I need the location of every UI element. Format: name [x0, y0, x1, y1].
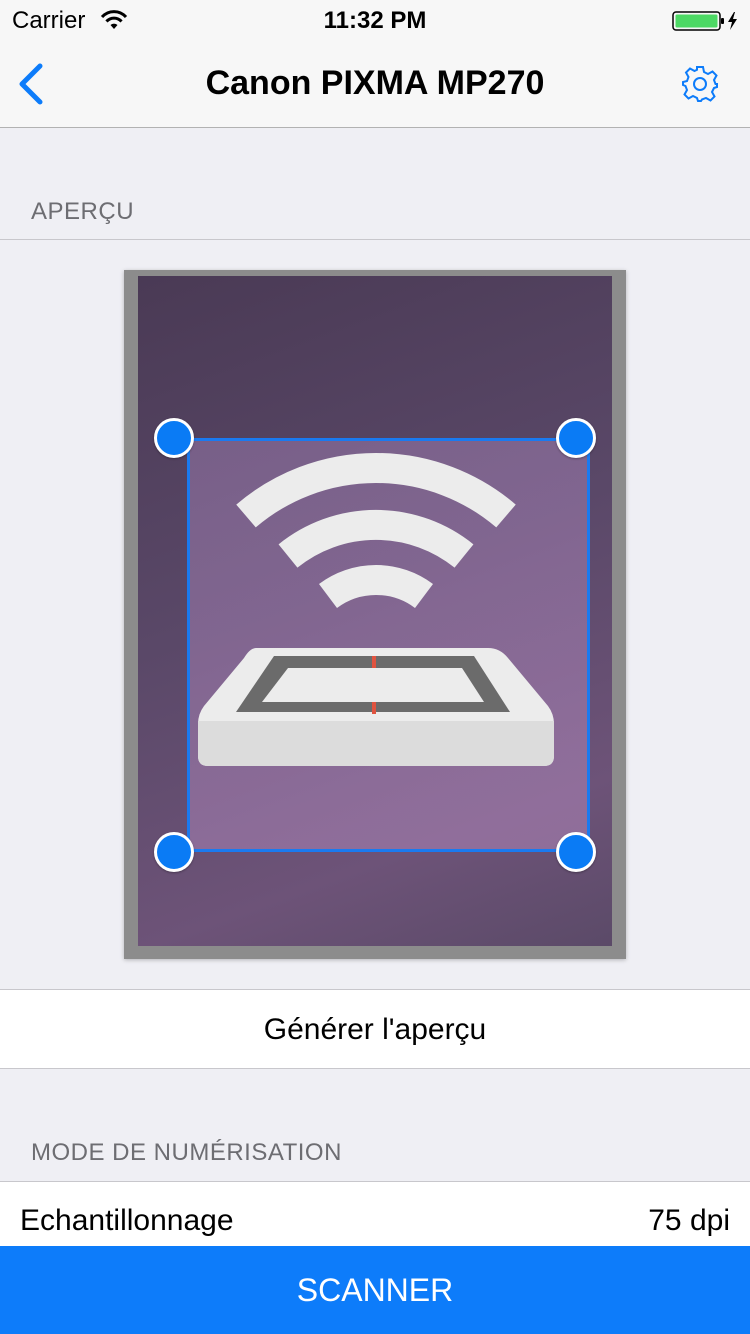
gear-icon[interactable]	[680, 64, 720, 104]
crop-handle-bottom-left[interactable]	[154, 832, 194, 872]
battery-icon	[672, 11, 737, 31]
scan-mode-section-header: MODE DE NUMÉRISATION	[31, 1139, 342, 1166]
scanner-wifi-illustration	[198, 453, 554, 766]
crop-handle-bottom-right[interactable]	[556, 832, 596, 872]
page-title: Canon PIXMA MP270	[205, 64, 545, 102]
resolution-value: 75 dpi	[648, 1204, 730, 1237]
preview-section-header: APERÇU	[31, 198, 135, 225]
resolution-label: Echantillonnage	[20, 1204, 234, 1237]
preview-area	[0, 239, 750, 989]
status-bar: Carrier 11:32 PM	[0, 0, 750, 40]
preview-image	[138, 276, 612, 946]
crop-handle-top-left[interactable]	[154, 418, 194, 458]
navigation-bar: Canon PIXMA MP270	[0, 40, 750, 128]
scan-button[interactable]: SCANNER	[0, 1246, 750, 1334]
status-time: 11:32 PM	[323, 7, 427, 34]
scan-preview	[124, 270, 626, 959]
generate-preview-button[interactable]: Générer l'aperçu	[0, 989, 750, 1069]
crop-handle-top-right[interactable]	[556, 418, 596, 458]
